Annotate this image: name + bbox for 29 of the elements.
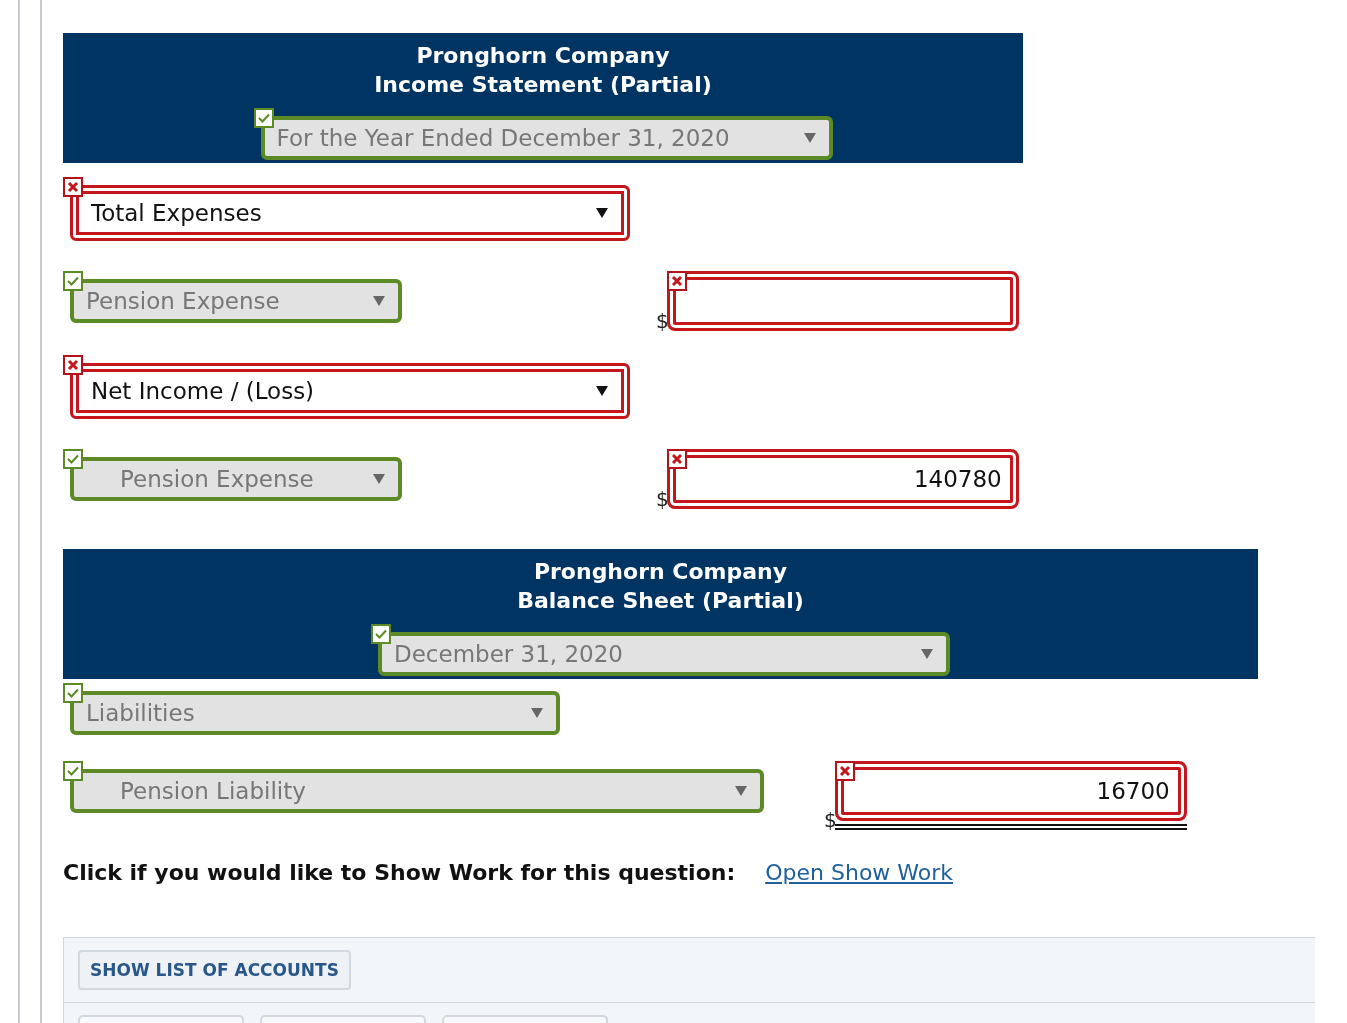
dropdown-arrow-icon <box>734 785 748 797</box>
dropdown-arrow-icon <box>595 385 609 397</box>
statement-title: Balance Sheet (Partial) <box>517 587 804 615</box>
currency-symbol: $ <box>656 489 669 509</box>
dropdown-arrow-icon <box>372 473 386 485</box>
company-name: Pronghorn Company <box>416 42 670 70</box>
amount-field[interactable] <box>666 271 1019 331</box>
account-dropdown[interactable]: Pension Liability <box>70 769 764 813</box>
amount-field[interactable]: 140780 <box>666 449 1019 509</box>
dropdown-arrow-icon <box>595 207 609 219</box>
dropdown-arrow-icon <box>372 295 386 307</box>
dropdown-arrow-icon <box>920 648 934 660</box>
dropdown-arrow-icon <box>530 707 544 719</box>
account-dropdown[interactable]: Pension Expense <box>70 279 402 323</box>
show-accounts-button[interactable]: SHOW LIST OF ACCOUNTS <box>78 950 351 990</box>
account-dropdown[interactable]: Pension Expense <box>70 457 402 501</box>
dropdown-arrow-icon <box>802 132 817 144</box>
currency-symbol: $ <box>824 810 837 830</box>
currency-symbol: $ <box>656 311 669 331</box>
account-dropdown[interactable]: Liabilities <box>70 691 560 735</box>
period-dropdown[interactable]: December 31, 2020 <box>378 632 950 676</box>
amount-field[interactable]: 16700 <box>834 761 1187 821</box>
company-name: Pronghorn Company <box>533 558 788 586</box>
account-dropdown[interactable]: Total Expenses <box>70 185 630 241</box>
show-work-prompt: Click if you would like to Show Work for this question: <box>63 860 736 885</box>
open-show-work-link[interactable]: Open Show Work <box>765 860 954 885</box>
statement-title: Income Statement (Partial) <box>374 71 712 99</box>
period-dropdown[interactable]: For the Year Ended December 31, 2020 <box>260 116 833 160</box>
account-dropdown[interactable]: Net Income / (Loss) <box>70 363 630 419</box>
